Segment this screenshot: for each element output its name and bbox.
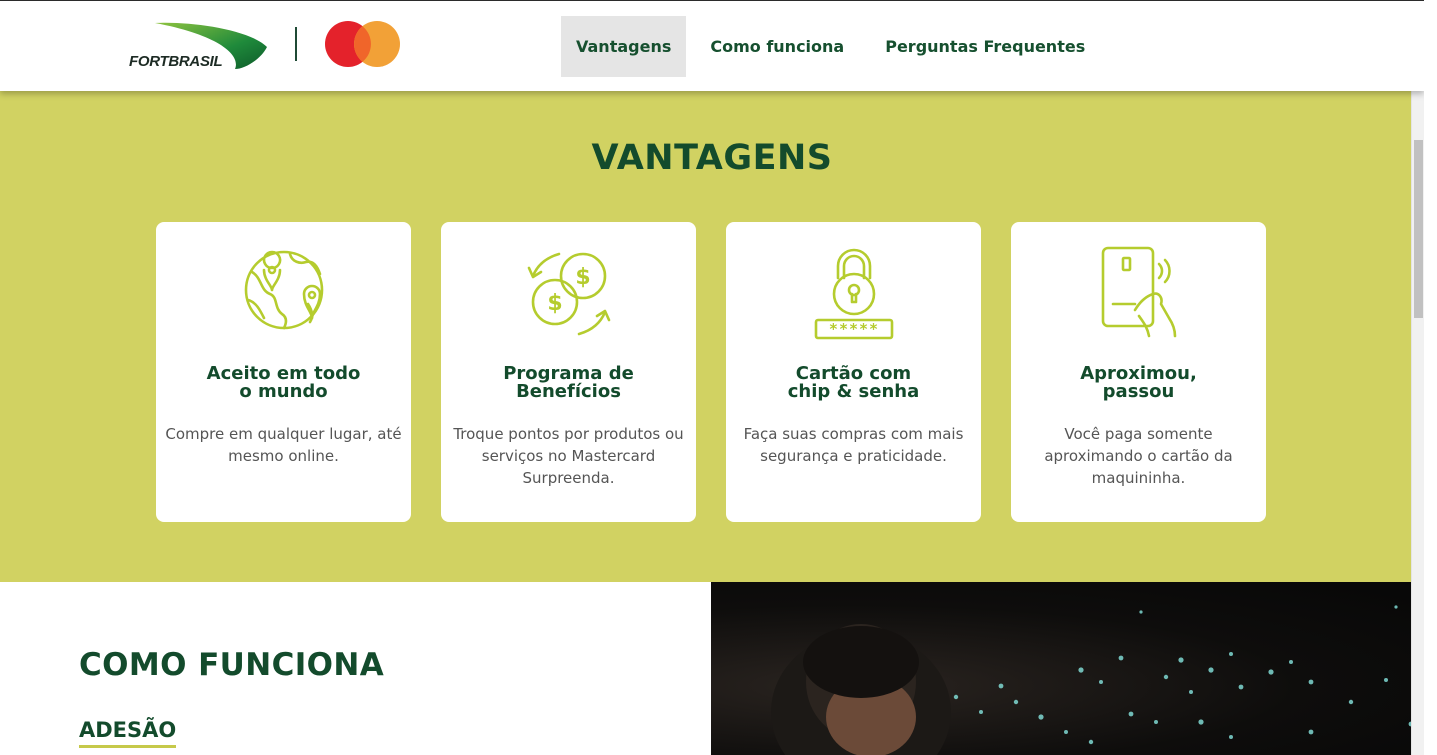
vantagens-section: VANTAGENS Aceito em todo o mundo Compre …	[0, 91, 1424, 582]
page: FORTBRASIL Vantagens Como funciona Pergu…	[0, 0, 1424, 755]
scrollbar-thumb[interactable]	[1414, 140, 1423, 318]
globe-location-icon	[156, 244, 411, 344]
svg-text:$: $	[547, 291, 562, 316]
card-title: Programa de Benefícios	[503, 363, 634, 402]
fortbrasil-wordmark: FORTBRASIL	[129, 53, 223, 70]
card-aproximou-passou: Aproximou, passou Você paga somente apro…	[1011, 222, 1266, 522]
adesao-subtitle[interactable]: ADESÃO	[79, 718, 177, 748]
site-header: FORTBRASIL Vantagens Como funciona Pergu…	[0, 0, 1424, 91]
vantagens-title: VANTAGENS	[591, 138, 833, 178]
card-title: Aceito em todo o mundo	[206, 363, 361, 402]
card-title: Cartão com chip & senha	[787, 363, 920, 402]
nav-como-funciona[interactable]: Como funciona	[696, 16, 858, 77]
como-funciona-section: COMO FUNCIONA ADESÃO	[0, 582, 711, 755]
padlock-password-icon: *****	[726, 244, 981, 344]
card-text: Troque pontos por produtos ou serviços n…	[453, 425, 684, 487]
svg-text:$: $	[575, 265, 590, 290]
main-nav: Vantagens Como funciona Perguntas Freque…	[561, 16, 1112, 77]
card-chip-senha: ***** Cartão com chip & senha Faça suas …	[726, 222, 981, 522]
nav-vantagens[interactable]: Vantagens	[561, 16, 687, 77]
card-programa-beneficios: $ $ Programa de Benefícios Troque pontos…	[441, 222, 696, 522]
mastercard-logo[interactable]	[324, 20, 404, 68]
card-text: Você paga somente aproximando o cartão d…	[1044, 425, 1233, 487]
svg-text:*****: *****	[828, 320, 878, 338]
coins-exchange-icon: $ $	[441, 244, 696, 344]
card-text: Faça suas compras com mais segurança e p…	[743, 425, 964, 465]
hero-photo	[711, 582, 1424, 755]
card-aceito-mundo: Aceito em todo o mundo Compre em qualque…	[156, 222, 411, 522]
fortbrasil-logo[interactable]: FORTBRASIL	[127, 17, 272, 73]
card-text: Compre em qualquer lugar, até mesmo onli…	[165, 425, 402, 465]
card-title: Aproximou, passou	[1080, 363, 1197, 402]
page-scrollbar[interactable]	[1411, 0, 1424, 755]
como-funciona-title: COMO FUNCIONA	[79, 647, 385, 683]
nav-perguntas-frequentes[interactable]: Perguntas Frequentes	[871, 16, 1099, 77]
contactless-phone-icon	[1011, 244, 1266, 344]
photo-illustration	[771, 605, 1414, 755]
logo-divider	[295, 27, 297, 61]
